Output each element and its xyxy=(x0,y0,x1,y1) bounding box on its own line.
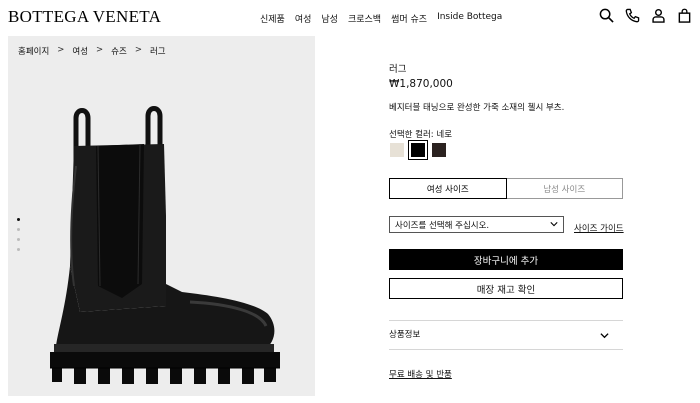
breadcrumb-women[interactable]: 여성 xyxy=(72,45,88,57)
chevron-down-icon xyxy=(550,222,558,227)
breadcrumb-home[interactable]: 홈페이지 xyxy=(18,45,49,57)
nav-item-women[interactable]: 여성 xyxy=(295,12,312,25)
tab-women-size[interactable]: 여성 사이즈 xyxy=(389,178,507,199)
add-to-cart-button[interactable]: 장바구니에 추가 xyxy=(389,249,623,270)
breadcrumb: 홈페이지 > 여성 > 슈즈 > 러그 xyxy=(18,45,166,57)
nav-item-crossbody[interactable]: 크로스백 xyxy=(348,12,381,25)
size-guide-link[interactable]: 사이즈 가이드 xyxy=(574,222,624,234)
gallery-pagination xyxy=(17,218,20,251)
user-icon[interactable] xyxy=(651,8,666,23)
main-nav: 신제품 여성 남성 크로스백 썸머 슈즈 Inside Bottega xyxy=(260,12,502,25)
chevron-down-icon xyxy=(600,333,609,339)
product-name: 러그 xyxy=(389,64,407,75)
chevron-right-icon: > xyxy=(134,45,142,55)
nav-item-men[interactable]: 남성 xyxy=(321,12,338,25)
free-shipping-returns-link[interactable]: 무료 배송 및 반품 xyxy=(389,368,452,380)
header-icons xyxy=(599,8,692,23)
chevron-right-icon: > xyxy=(57,45,65,55)
gallery-dot-4[interactable] xyxy=(17,248,20,251)
product-description: 베지터블 태닝으로 완성한 가죽 소재의 첼시 부츠. xyxy=(389,103,565,113)
bag-icon[interactable] xyxy=(677,8,692,23)
breadcrumb-shoes[interactable]: 슈즈 xyxy=(111,45,127,57)
product-gallery: 홈페이지 > 여성 > 슈즈 > 러그 xyxy=(8,36,315,396)
brand-logo[interactable]: BOTTEGA VENETA xyxy=(8,7,161,27)
color-swatches xyxy=(389,140,447,160)
divider xyxy=(389,349,623,350)
check-store-stock-button[interactable]: 매장 재고 확인 xyxy=(389,278,623,299)
size-tabs: 여성 사이즈 남성 사이즈 xyxy=(389,178,623,199)
product-info-label: 상품정보 xyxy=(389,330,421,340)
gallery-dot-2[interactable] xyxy=(17,228,20,231)
site-header: BOTTEGA VENETA 신제품 여성 남성 크로스백 썸머 슈즈 Insi… xyxy=(0,0,700,36)
size-select[interactable]: 사이즈를 선택해 주십시오. xyxy=(389,216,564,233)
product-image-boot xyxy=(50,106,280,384)
size-select-placeholder: 사이즈를 선택해 주십시오. xyxy=(395,220,490,231)
breadcrumb-current: 러그 xyxy=(149,47,166,57)
nav-item-summer-shoes[interactable]: 썸머 슈즈 xyxy=(391,12,427,25)
color-swatch-cream[interactable] xyxy=(389,142,405,158)
product-info-accordion[interactable]: 상품정보 xyxy=(389,328,623,340)
nav-item-new[interactable]: 신제품 xyxy=(260,12,285,25)
tab-men-size[interactable]: 남성 사이즈 xyxy=(507,179,623,198)
search-icon[interactable] xyxy=(599,8,614,23)
gallery-dot-1[interactable] xyxy=(17,218,20,221)
divider xyxy=(389,320,623,321)
product-price: ₩1,870,000 xyxy=(389,78,453,90)
selected-color-label: 선택한 컬러: 네로 xyxy=(389,130,453,140)
phone-icon[interactable] xyxy=(625,8,640,23)
nav-item-inside-bottega[interactable]: Inside Bottega xyxy=(437,12,502,25)
color-swatch-dark-brown[interactable] xyxy=(431,142,447,158)
chevron-right-icon: > xyxy=(96,45,104,55)
color-swatch-nero[interactable] xyxy=(408,140,428,160)
gallery-dot-3[interactable] xyxy=(17,238,20,241)
